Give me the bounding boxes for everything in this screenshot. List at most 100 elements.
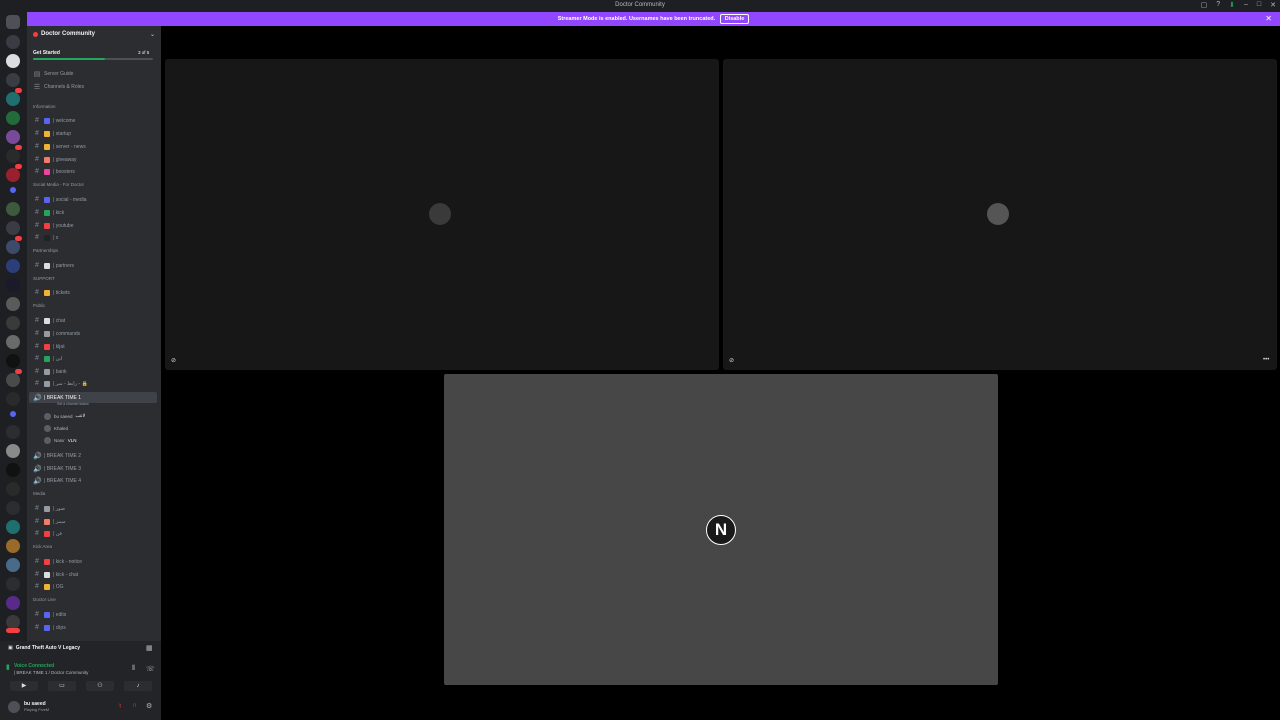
signal-icon[interactable]: ▮ [6, 663, 10, 671]
server-icon[interactable] [6, 577, 20, 591]
server-icon[interactable] [6, 558, 20, 572]
server-icon[interactable] [6, 259, 20, 273]
avatar[interactable] [8, 701, 20, 713]
deafen-icon[interactable]: ∩ [132, 702, 137, 709]
server-icon[interactable] [6, 92, 20, 106]
server-header[interactable]: Doctor Community ⌄ [27, 26, 161, 42]
server-icon[interactable] [6, 278, 20, 292]
text-channel[interactable]: # | kick - chat [33, 569, 78, 580]
channel-category[interactable]: Information [33, 104, 56, 109]
server-icon[interactable] [6, 501, 20, 515]
text-channel[interactable]: # | x [33, 232, 58, 243]
channel-category[interactable]: SUPPORT [33, 276, 55, 281]
more-options-icon[interactable]: ••• [1263, 357, 1269, 363]
close-banner-icon[interactable]: ✕ [1265, 12, 1272, 26]
channel-category[interactable]: Social Media - For Doctor [33, 182, 84, 187]
voice-user[interactable]: Khaled [44, 423, 71, 433]
server-icon[interactable] [6, 54, 20, 68]
text-channel[interactable]: # | chat [33, 315, 65, 326]
server-icon[interactable] [6, 111, 20, 125]
text-channel[interactable]: # | فن [33, 528, 62, 539]
server-icon[interactable] [6, 297, 20, 311]
channel-category[interactable]: Media [33, 491, 45, 496]
gear-icon[interactable]: ⚙ [146, 702, 152, 710]
text-channel[interactable]: # | kljat [33, 341, 65, 352]
server-icon[interactable] [6, 335, 20, 349]
text-channel[interactable]: # | kick [33, 207, 64, 218]
disconnect-icon[interactable]: ☏ [146, 665, 155, 673]
text-channel[interactable]: # | صور [33, 503, 65, 514]
server-icon[interactable] [6, 463, 20, 477]
server-guide-link[interactable]: ▤ Server Guide [33, 68, 74, 79]
participant-tile[interactable]: ⊘ ••• [723, 59, 1277, 370]
server-icon[interactable] [6, 482, 20, 496]
channel-category[interactable]: Kick Area [33, 544, 52, 549]
server-icon[interactable] [6, 240, 20, 254]
server-icon[interactable] [6, 425, 20, 439]
close-window-button[interactable]: ✕ [1270, 1, 1276, 9]
server-icon[interactable] [6, 221, 20, 235]
server-icon[interactable] [6, 316, 20, 330]
server-icon[interactable] [6, 354, 20, 368]
server-icon[interactable] [6, 149, 20, 163]
server-icon[interactable] [6, 444, 20, 458]
screen-share-button[interactable]: ▭ [48, 681, 76, 691]
text-channel[interactable]: # | giveaway [33, 154, 77, 165]
server-icon[interactable] [6, 615, 20, 629]
soundboard-button[interactable]: ♪ [124, 681, 152, 691]
text-channel[interactable]: # | OG [33, 581, 63, 592]
voice-channel[interactable]: 🔊 | BREAK TIME 3 [33, 463, 81, 474]
voice-channel-name[interactable]: | BREAK TIME 1 / Doctor Community [14, 670, 88, 675]
text-channel[interactable]: # | partners [33, 260, 74, 271]
server-icon[interactable] [6, 168, 20, 182]
server-icon[interactable] [6, 35, 20, 49]
folder-icon[interactable] [10, 411, 16, 417]
text-channel[interactable]: # | tickets [33, 287, 70, 298]
text-channel[interactable]: # | ابن [33, 353, 62, 364]
voice-user[interactable]: bu saeed لاعب [44, 411, 85, 421]
channel-category[interactable]: Public [33, 303, 45, 308]
maximize-button[interactable]: □ [1257, 1, 1261, 9]
text-channel[interactable]: # | رابط - سر - 🔒 [33, 378, 88, 389]
text-channel[interactable]: # | clips [33, 622, 66, 633]
text-channel[interactable]: # | bank [33, 366, 66, 377]
help-icon[interactable]: ? [1216, 1, 1220, 9]
server-icon[interactable] [6, 373, 20, 387]
folder-icon[interactable] [10, 187, 16, 193]
text-channel[interactable]: # | boosters [33, 166, 75, 177]
mute-icon[interactable]: ♮ [119, 702, 122, 710]
text-channel[interactable]: # | youtube [33, 220, 73, 231]
server-icon[interactable] [6, 520, 20, 534]
minimize-button[interactable]: – [1244, 1, 1248, 9]
text-channel[interactable]: # | social - media [33, 194, 87, 205]
activities-button[interactable]: ⚇ [86, 681, 114, 691]
disable-button[interactable]: Disable [719, 14, 750, 24]
server-icon[interactable] [6, 202, 20, 216]
voice-user[interactable]: Nasır VLN [44, 435, 77, 445]
text-channel[interactable]: # | startup [33, 128, 71, 139]
text-channel[interactable]: # | ميمز [33, 516, 66, 527]
focused-participant-tile[interactable]: N [444, 374, 998, 685]
text-channel[interactable]: # | kick - notice [33, 556, 82, 567]
text-channel[interactable]: # | commands [33, 328, 80, 339]
camera-button[interactable]: ▶ [10, 681, 38, 691]
voice-channel[interactable]: 🔊 | BREAK TIME 4 [33, 475, 81, 486]
text-channel[interactable]: # | welcome [33, 115, 75, 126]
server-icon[interactable] [6, 392, 20, 406]
participant-tile[interactable]: ⊘ [165, 59, 719, 370]
voice-channel[interactable]: 🔊 | BREAK TIME 2 [33, 450, 81, 461]
server-icon[interactable] [6, 130, 20, 144]
inbox-icon[interactable]: ▢ [1201, 1, 1208, 9]
noise-suppression-icon[interactable]: ⫴ [132, 665, 135, 673]
server-icon[interactable] [6, 539, 20, 553]
text-channel[interactable]: # | edits [33, 609, 66, 620]
server-icon[interactable] [6, 73, 20, 87]
channel-status[interactable]: Set a channel status [57, 402, 89, 406]
get-started-label[interactable]: Get Started [33, 50, 60, 56]
download-icon[interactable]: ⬇ [1229, 1, 1235, 9]
channel-category[interactable]: Partnerships [33, 248, 58, 253]
text-channel[interactable]: # | server - news [33, 141, 86, 152]
direct-messages-icon[interactable] [6, 15, 20, 29]
channels-roles-link[interactable]: ☰ Channels & Roles [33, 81, 84, 92]
channel-category[interactable]: Doctor Live [33, 597, 56, 602]
